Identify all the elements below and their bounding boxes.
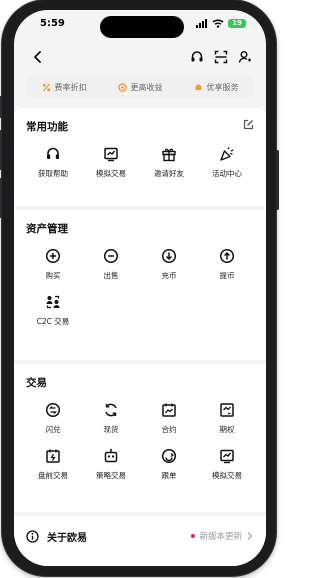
asset-c2c-trading[interactable]: C2C 交易	[24, 294, 82, 327]
deposit-icon	[161, 248, 177, 264]
asset-label: 充币	[161, 271, 177, 280]
asset-deposit[interactable]: 充币	[140, 248, 198, 281]
coin-icon	[117, 82, 127, 92]
section-title: 交易	[26, 377, 47, 389]
shortcut-demo-trading[interactable]: 模拟交易	[82, 146, 140, 179]
promo-label: 费率折扣	[54, 82, 87, 92]
trade-label: 模拟交易	[212, 471, 242, 480]
signal-icon	[196, 19, 207, 28]
shortcut-label: 模拟交易	[96, 169, 126, 178]
update-dot	[191, 534, 196, 538]
volume-up-button	[0, 130, 2, 170]
trade-premarket[interactable]: 盘前交易	[24, 448, 82, 481]
chevron-right-icon	[247, 532, 253, 540]
copy-trade-icon	[161, 448, 177, 464]
demo-trade-icon	[104, 147, 118, 162]
shortcut-events-center[interactable]: 活动中心	[198, 146, 256, 179]
promo-label: 优享服务	[206, 82, 239, 92]
status-icons: 19	[196, 19, 246, 28]
section-title: 资产管理	[26, 223, 68, 235]
about-row[interactable]: 关于欧易 新版本更新	[26, 528, 254, 544]
trade-flash-convert[interactable]: 闪兑	[24, 402, 82, 435]
headset-icon	[47, 147, 59, 159]
asset-sell[interactable]: 出售	[82, 248, 140, 281]
battery-indicator: 19	[228, 19, 246, 28]
asset-label: 出售	[103, 271, 119, 280]
trade-demo-trading[interactable]: 模拟交易	[198, 448, 256, 481]
shortcut-label: 获取帮助	[38, 169, 68, 178]
premarket-icon	[46, 449, 60, 463]
asset-withdraw[interactable]: 提币	[198, 248, 256, 281]
promo-higher-yield[interactable]: 更高收益	[117, 82, 163, 93]
asset-label: C2C 交易	[36, 317, 70, 326]
trade-label: 跟单	[161, 471, 177, 480]
trade-options[interactable]: 期权	[198, 402, 256, 435]
c2c-icon	[46, 295, 60, 309]
promo-fee-discount[interactable]: 费率折扣	[42, 82, 87, 93]
asset-management-section: 资产管理 购买 出售 充币 提币 C2C 交易	[14, 210, 266, 360]
account-switch-icon[interactable]	[238, 50, 252, 64]
support-headset-icon[interactable]	[190, 50, 204, 64]
shortcut-label: 活动中心	[212, 169, 242, 178]
asset-label: 购买	[45, 271, 61, 280]
plus-circle-icon	[45, 248, 61, 264]
options-icon	[220, 403, 234, 417]
bot-icon	[104, 448, 118, 463]
common-functions-grid: 获取帮助 模拟交易 邀请好友 活动中心	[14, 146, 266, 179]
shortcut-invite-friends[interactable]: 邀请好友	[140, 146, 198, 179]
promo-premium-service[interactable]: 优享服务	[194, 82, 239, 93]
vip-benefits-bar[interactable]: 费率折扣 更高收益 优享服务	[26, 76, 254, 98]
flash-convert-icon	[45, 402, 61, 418]
phone-frame: 5:59 19 费率折扣 更高收益 优享服务 常用功能 获取帮助 模拟交易 邀请…	[0, 0, 279, 576]
percent-icon	[42, 83, 50, 91]
mute-switch	[0, 96, 2, 118]
trade-grid: 闪兑 现货 合约 期权 盘前交易 策略交易 跟单 模拟交易	[14, 402, 266, 481]
scan-icon[interactable]	[214, 50, 228, 64]
vip-icon	[195, 84, 201, 90]
trade-label: 闪兑	[45, 425, 61, 434]
trade-spot[interactable]: 现货	[82, 402, 140, 435]
trade-section: 交易 闪兑 现货 合约 期权 盘前交易 策略交易 跟单 模拟交易	[14, 364, 266, 512]
top-nav	[14, 46, 266, 72]
asset-label: 提币	[219, 271, 235, 280]
promo-label: 更高收益	[130, 82, 163, 92]
info-icon	[26, 529, 39, 543]
minus-circle-icon	[103, 248, 119, 264]
screen: 5:59 19 费率折扣 更高收益 优享服务 常用功能 获取帮助 模拟交易 邀请…	[14, 10, 266, 566]
gift-icon	[162, 148, 176, 162]
shortcut-help[interactable]: 获取帮助	[24, 146, 82, 179]
common-functions-section: 常用功能 获取帮助 模拟交易 邀请好友 活动中心	[14, 108, 266, 206]
power-button	[276, 150, 279, 210]
update-text: 新版本更新	[199, 532, 242, 542]
about-title: 关于欧易	[47, 532, 87, 544]
asset-management-grid: 购买 出售 充币 提币 C2C 交易	[14, 248, 266, 327]
back-arrow-icon[interactable]	[32, 50, 44, 64]
withdraw-icon	[219, 248, 235, 264]
trade-copy-trading[interactable]: 跟单	[140, 448, 198, 481]
section-title: 常用功能	[26, 121, 68, 133]
trade-strategy-bot[interactable]: 策略交易	[82, 448, 140, 481]
demo-trade-icon	[220, 449, 234, 464]
update-indicator: 新版本更新	[191, 530, 254, 542]
about-section: 关于欧易 新版本更新	[14, 516, 266, 566]
trade-label: 盘前交易	[38, 471, 68, 480]
dynamic-island	[100, 16, 184, 38]
trade-label: 期权	[219, 425, 235, 434]
contract-icon	[162, 403, 176, 417]
status-bar: 5:59 19	[14, 10, 266, 38]
trade-label: 合约	[161, 425, 177, 434]
edit-icon[interactable]	[243, 119, 254, 130]
trade-label: 现货	[103, 425, 119, 434]
volume-down-button	[0, 178, 2, 218]
trade-contract[interactable]: 合约	[140, 402, 198, 435]
trade-label: 策略交易	[96, 471, 126, 480]
wifi-icon	[212, 19, 224, 28]
shortcut-label: 邀请好友	[154, 169, 184, 178]
party-icon	[220, 147, 234, 161]
status-time: 5:59	[40, 18, 65, 29]
asset-buy[interactable]: 购买	[24, 248, 82, 281]
spot-icon	[105, 403, 117, 417]
